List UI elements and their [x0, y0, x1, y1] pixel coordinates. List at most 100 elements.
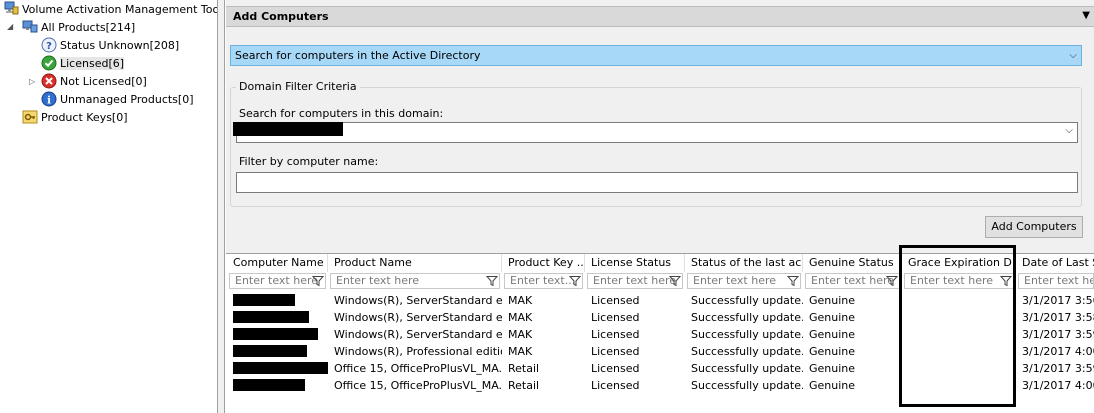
table-cell	[227, 292, 328, 309]
tree-item-label: Product Keys[0]	[41, 111, 128, 124]
redaction-bar	[233, 311, 309, 323]
table-row[interactable]: Office 15, OfficeProPlusVL_MA... Retail Li…	[226, 360, 1094, 377]
table-cell: Genuine	[809, 294, 856, 307]
tree-item-product-keys[interactable]: Product Keys[0]	[22, 109, 128, 126]
key-icon	[22, 109, 38, 125]
column-filter-input[interactable]: Enter text here	[587, 273, 683, 289]
expand-arrow-icon[interactable]: ▷	[29, 77, 39, 86]
computers-grid: Computer Name Enter text here Product Name…	[226, 245, 1094, 413]
redaction-bar	[233, 345, 307, 357]
table-cell: Genuine	[809, 311, 856, 324]
collapse-triangle-icon[interactable]: ▼	[1082, 10, 1090, 21]
table-cell	[227, 360, 328, 377]
column-filter-input[interactable]: Enter text...	[504, 273, 583, 289]
computer-network-icon	[22, 19, 38, 35]
redaction-bar	[233, 362, 328, 374]
tree-item-licensed[interactable]: Licensed[6]	[41, 55, 125, 72]
filter-funnel-icon[interactable]	[568, 275, 582, 287]
redaction-bar	[233, 379, 305, 391]
add-computers-button[interactable]: Add Computers	[985, 216, 1083, 238]
column-filter-input[interactable]: Enter text here	[687, 273, 801, 289]
question-icon: ?	[41, 37, 57, 53]
tree-item-status-unknown[interactable]: ? Status Unknown[208]	[41, 37, 179, 54]
table-cell: 3/1/2017 3:58:	[1022, 311, 1094, 324]
table-cell: MAK	[508, 328, 533, 341]
chevron-down-icon[interactable]: ⌵	[1065, 125, 1073, 136]
filter-funnel-icon[interactable]	[786, 275, 800, 287]
table-cell: Office 15, OfficeProPlusVL_MA...	[334, 362, 502, 375]
panel-header: Add Computers ▼	[226, 6, 1094, 27]
column-filter-input[interactable]: Enter text here	[904, 273, 1014, 289]
table-cell: 3/1/2017 4:00:	[1022, 345, 1094, 358]
table-cell: Successfully update...	[691, 345, 803, 358]
table-cell: Successfully update...	[691, 362, 803, 375]
table-cell: Licensed	[591, 362, 640, 375]
column-filter-input[interactable]: Enter text here	[1018, 273, 1094, 289]
chevron-down-icon[interactable]: ⌵	[1069, 46, 1077, 65]
table-row[interactable]: Windows(R), ServerStandard ed... MAK Licen…	[226, 326, 1094, 343]
redaction-bar	[233, 328, 318, 340]
column-header[interactable]: Computer Name	[227, 254, 328, 272]
collapse-arrow-icon[interactable]: ◢	[7, 22, 17, 31]
table-row[interactable]: Windows(R), Professional edition MAK Licen…	[226, 343, 1094, 360]
table-cell: Successfully update...	[691, 379, 803, 392]
name-filter-input[interactable]	[236, 172, 1078, 193]
table-row[interactable]: Windows(R), ServerStandard ed... MAK Licen…	[226, 309, 1094, 326]
table-cell: Genuine	[809, 362, 856, 375]
filter-funnel-icon[interactable]	[668, 275, 682, 287]
column-header[interactable]: Genuine Status	[803, 254, 902, 272]
table-cell: Genuine	[809, 345, 856, 358]
tree-item-all-products[interactable]: All Products[214]	[22, 19, 135, 36]
table-cell: MAK	[508, 345, 533, 358]
domain-combobox[interactable]: ⌵	[236, 122, 1078, 143]
domain-filter-group-label: Domain Filter Criteria	[236, 80, 360, 93]
table-cell: Genuine	[809, 328, 856, 341]
filter-placeholder: Enter text...	[510, 274, 576, 287]
table-cell	[902, 326, 1016, 343]
filter-funnel-icon[interactable]	[311, 275, 325, 287]
table-cell: 3/1/2017 3:59:	[1022, 328, 1094, 341]
column-header[interactable]: Product Name	[328, 254, 502, 272]
table-cell	[902, 309, 1016, 326]
column-filter-input[interactable]: Enter text here	[229, 273, 326, 289]
filter-placeholder: Enter text here	[336, 274, 420, 287]
filter-funnel-icon[interactable]	[485, 275, 499, 287]
search-mode-dropdown[interactable]: Search for computers in the Active Direc…	[230, 45, 1082, 66]
table-cell	[227, 377, 328, 394]
column-filter-input[interactable]: Enter text here	[805, 273, 900, 289]
search-mode-value: Search for computers in the Active Direc…	[235, 49, 481, 62]
table-cell: Retail	[508, 379, 540, 392]
column-header[interactable]: Grace Expiration D...	[902, 254, 1016, 272]
tree-item-not-licensed[interactable]: Not Licensed[0]	[41, 73, 147, 90]
table-row[interactable]: Office 15, OfficeProPlusVL_MA... Retail Li…	[226, 377, 1094, 394]
table-cell: 3/1/2017 3:56:	[1022, 294, 1094, 307]
filter-placeholder: Enter text here	[235, 274, 319, 287]
column-header[interactable]: Date of Last St	[1016, 254, 1094, 272]
table-cell: Licensed	[591, 379, 640, 392]
column-header[interactable]: Product Key ...	[502, 254, 585, 272]
tree-root-vamt[interactable]: Volume Activation Management Too	[3, 1, 217, 18]
tree-item-label: All Products[214]	[41, 21, 136, 34]
table-cell: 3/1/2017 3:59:	[1022, 362, 1094, 375]
filter-funnel-icon[interactable]	[885, 275, 899, 287]
table-cell: Genuine	[809, 379, 856, 392]
table-cell: 3/1/2017 4:00:	[1022, 379, 1094, 392]
column-filter-input[interactable]: Enter text here	[330, 273, 500, 289]
table-cell: Licensed	[591, 294, 640, 307]
table-cell: Licensed	[591, 311, 640, 324]
tree-item-unmanaged[interactable]: i Unmanaged Products[0]	[41, 91, 194, 108]
column-header[interactable]: Status of the last ac...	[685, 254, 803, 272]
table-cell	[227, 343, 328, 360]
table-row[interactable]: Windows(R), ServerStandard ed... MAK Licen…	[226, 292, 1094, 309]
domain-field-label: Search for computers in this domain:	[239, 107, 444, 120]
table-cell: Licensed	[591, 345, 640, 358]
table-cell: Office 15, OfficeProPlusVL_MA...	[334, 379, 502, 392]
column-header[interactable]: License Status	[585, 254, 685, 272]
table-cell	[902, 377, 1016, 394]
pane-splitter[interactable]	[217, 0, 225, 413]
table-cell: Retail	[508, 362, 540, 375]
table-cell: Successfully update...	[691, 311, 803, 324]
filter-funnel-icon[interactable]	[999, 275, 1013, 287]
filter-placeholder: Enter text here	[593, 274, 677, 287]
check-icon	[41, 55, 57, 71]
